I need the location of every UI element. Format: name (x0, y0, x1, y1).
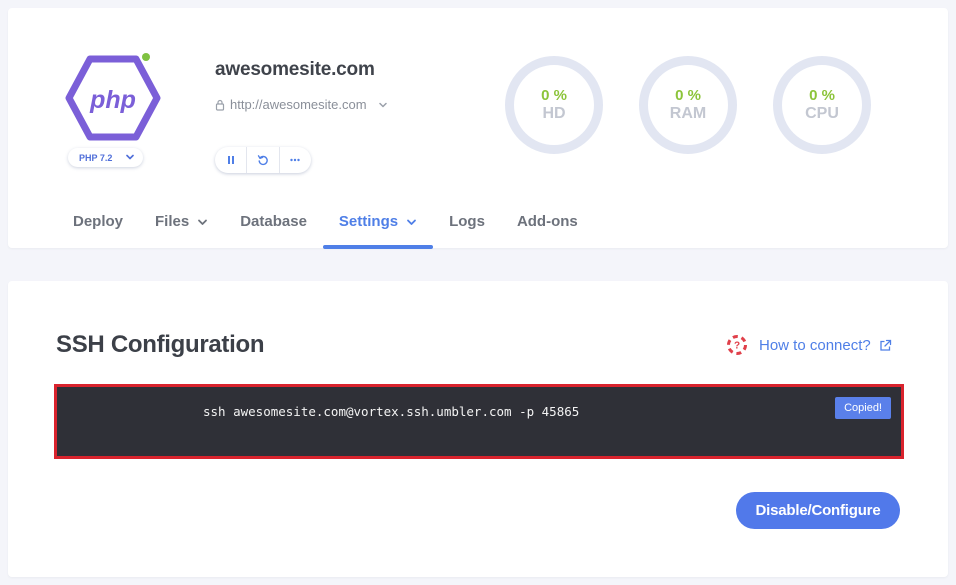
site-url-text[interactable]: http://awesomesite.com (230, 97, 367, 112)
site-tabs: Deploy Files Database Settings Logs Add-… (57, 204, 594, 249)
chevron-down-icon (378, 102, 387, 107)
gauge-value: 0 % (675, 87, 701, 104)
tab-label: Deploy (73, 213, 124, 230)
site-header-card: php PHP 7.2 awesomesite.com http://aweso… (8, 8, 948, 249)
tab-logs[interactable]: Logs (433, 204, 501, 249)
php-version-dropdown[interactable]: PHP 7.2 (68, 148, 143, 167)
chevron-down-icon (126, 154, 134, 160)
tab-add-ons[interactable]: Add-ons (501, 204, 594, 249)
more-icon (290, 158, 301, 162)
logo-text: php (89, 86, 136, 114)
gauge-hd: 0 % HD (505, 56, 603, 154)
site-url-dropdown[interactable]: http://awesomesite.com (215, 97, 389, 112)
gauge-label: CPU (805, 105, 839, 122)
ssh-command-box[interactable]: ssh awesomesite.com@vortex.ssh.umbler.co… (54, 384, 904, 459)
restart-icon (257, 155, 268, 166)
gauge-label: RAM (669, 105, 707, 122)
gauge-value: 0 % (809, 87, 835, 104)
how-to-connect-text[interactable]: How to connect? (759, 337, 871, 354)
chevron-down-icon (198, 219, 208, 225)
pause-icon (227, 156, 234, 164)
pause-button[interactable] (215, 147, 248, 173)
more-options-button[interactable] (280, 147, 311, 173)
ssh-command-text[interactable]: ssh awesomesite.com@vortex.ssh.umbler.co… (203, 404, 579, 419)
tab-database[interactable]: Database (224, 204, 323, 249)
site-name: awesomesite.com (215, 59, 375, 80)
section-title: SSH Configuration (56, 331, 265, 358)
svg-text:?: ? (734, 341, 740, 352)
site-controls (215, 147, 311, 173)
tab-label: Settings (338, 213, 399, 230)
lock-icon (215, 99, 225, 111)
tab-label: Logs (449, 213, 485, 230)
gauge-ram: 0 % RAM (639, 56, 737, 154)
how-to-connect-link[interactable]: ? How to connect? (726, 334, 892, 356)
lifebuoy-icon: ? (727, 335, 747, 355)
tab-label: Database (240, 213, 307, 230)
tab-label: Add-ons (516, 213, 578, 230)
restart-button[interactable] (247, 147, 280, 173)
copied-badge: Copied! (835, 397, 891, 419)
php-version-label: PHP 7.2 (79, 152, 113, 163)
tab-label: Files (155, 213, 190, 230)
ssh-configuration-card: SSH Configuration ? How to connect? ssh … (8, 281, 948, 577)
status-online-dot (142, 53, 150, 61)
tab-files[interactable]: Files (139, 204, 224, 249)
gauge-label: HD (542, 105, 566, 122)
disable-configure-button[interactable]: Disable/Configure (736, 492, 900, 529)
tab-settings[interactable]: Settings (322, 204, 434, 249)
gauge-cpu: 0 % CPU (773, 56, 871, 154)
external-link-icon (880, 339, 891, 351)
php-logo-icon: php (65, 55, 161, 141)
gauge-value: 0 % (541, 87, 567, 104)
chevron-down-icon (407, 219, 416, 225)
tab-deploy[interactable]: Deploy (57, 204, 139, 249)
